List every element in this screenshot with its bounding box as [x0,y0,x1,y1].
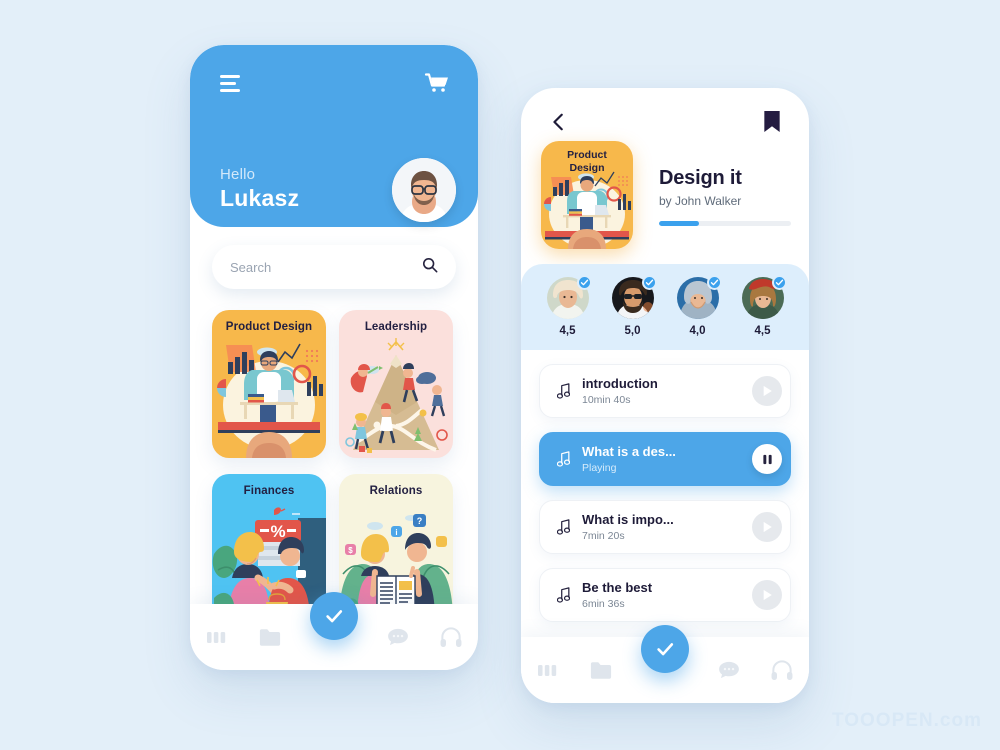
category-card-product-design[interactable]: Product Design [212,310,326,458]
svg-text:%: % [270,522,285,541]
phone-course-detail-screen: Product Design Design it by John Walker … [521,88,809,703]
music-note-icon [554,587,572,603]
category-row: Product Design Leadership [212,310,456,458]
dashboard-bars-icon[interactable] [535,657,561,683]
screenshot-stage: Hello Lukasz Search Product Design Leade… [0,0,1000,750]
watermark: TOOOPEN.com [831,710,982,731]
lesson-item[interactable]: introduction 10min 40s [539,364,791,418]
bookmark-icon[interactable] [763,110,781,134]
course-info: Design it by John Walker [659,141,791,251]
greeting-block: Hello Lukasz [220,165,299,212]
greeting-hello: Hello [220,166,256,183]
verified-badge-icon [576,275,592,290]
check-icon [326,610,343,623]
category-card-relations[interactable]: Relations ? i $ [339,474,453,622]
play-icon[interactable] [752,512,782,542]
headphones-icon[interactable] [438,624,464,650]
category-card-leadership[interactable]: Leadership [339,310,453,458]
pause-icon[interactable] [752,444,782,474]
course-thumbnail-title-line1: Product [567,149,607,161]
course-thumbnail[interactable]: Product Design [541,141,633,249]
lesson-meta: What is impo... 7min 20s [582,512,752,542]
course-title: Design it [659,167,742,189]
category-grid: Product Design Leadership Finances % Rel… [212,310,456,638]
reviewer-item[interactable]: 4,5 [740,275,787,337]
greeting-name: Lukasz [220,185,300,211]
chat-bubble-icon[interactable] [716,657,742,683]
category-card-finances[interactable]: Finances % [212,474,326,622]
lesson-item[interactable]: What is impo... 7min 20s [539,500,791,554]
reviewer-score: 5,0 [624,325,641,337]
headphones-icon[interactable] [769,657,795,683]
lesson-subtitle: 7min 20s [582,530,625,542]
lesson-meta: introduction 10min 40s [582,376,752,406]
reviewer-score: 4,0 [689,325,706,337]
lesson-subtitle: 6min 36s [582,598,625,610]
category-card-label: Product Design [225,321,313,333]
svg-text:i: i [395,528,397,537]
reviewer-item[interactable]: 5,0 [610,275,657,337]
music-note-icon [554,519,572,535]
lesson-title: What is impo... [582,512,674,527]
category-card-label: Leadership [364,321,428,333]
chat-bubble-icon[interactable] [385,624,411,650]
shopping-cart-icon[interactable] [424,71,450,95]
reviewer-item[interactable]: 4,5 [545,275,592,337]
course-thumbnail-title: Product Design [541,149,633,175]
course-progress-fill [659,221,699,226]
reviewer-item[interactable]: 4,0 [675,275,722,337]
lesson-meta: Be the best 6min 36s [582,580,752,610]
course-thumbnail-title-line2: Design [569,162,605,174]
dashboard-bars-icon[interactable] [204,624,230,650]
chevron-left-icon[interactable] [549,112,571,134]
play-icon[interactable] [752,376,782,406]
lesson-meta: What is a des... Playing [582,444,752,474]
lesson-title: Be the best [582,580,653,595]
reviewer-score: 4,5 [754,325,771,337]
course-progress-bar[interactable] [659,221,791,226]
lesson-subtitle: 10min 40s [582,394,631,406]
check-fab-button[interactable] [641,625,689,673]
reviewer-score: 4,5 [559,325,576,337]
music-note-icon [554,451,572,467]
home-topbar [190,69,478,99]
user-avatar[interactable] [392,158,456,222]
play-icon[interactable] [752,580,782,610]
hamburger-icon[interactable] [220,75,242,96]
course-author: by John Walker [659,194,742,208]
bottom-navigation [521,625,809,703]
music-note-icon [554,383,572,399]
svg-text:?: ? [417,516,423,526]
lesson-title: What is a des... [582,444,676,459]
lesson-item[interactable]: Be the best 6min 36s [539,568,791,622]
lesson-title: introduction [582,376,658,391]
bottom-navigation [190,592,478,670]
search-input[interactable]: Search [212,245,456,289]
svg-text:$: $ [348,546,353,555]
search-placeholder: Search [230,259,272,275]
lesson-subtitle: Playing [582,462,617,474]
reviewers-strip: 4,5 5,0 4,0 4,5 [521,264,809,350]
phone-home-screen: Hello Lukasz Search Product Design Leade… [190,45,478,670]
verified-badge-icon [771,275,787,290]
course-header: Product Design Design it by John Walker [541,141,791,251]
check-fab-button[interactable] [310,592,358,640]
search-icon[interactable] [422,257,438,278]
verified-badge-icon [641,275,657,290]
verified-badge-icon [706,275,722,290]
category-card-label: Relations [369,485,423,497]
category-card-label: Finances [243,485,295,497]
lesson-item-playing[interactable]: What is a des... Playing [539,432,791,486]
folder-icon[interactable] [588,657,614,683]
check-icon [657,643,674,656]
folder-icon[interactable] [257,624,283,650]
